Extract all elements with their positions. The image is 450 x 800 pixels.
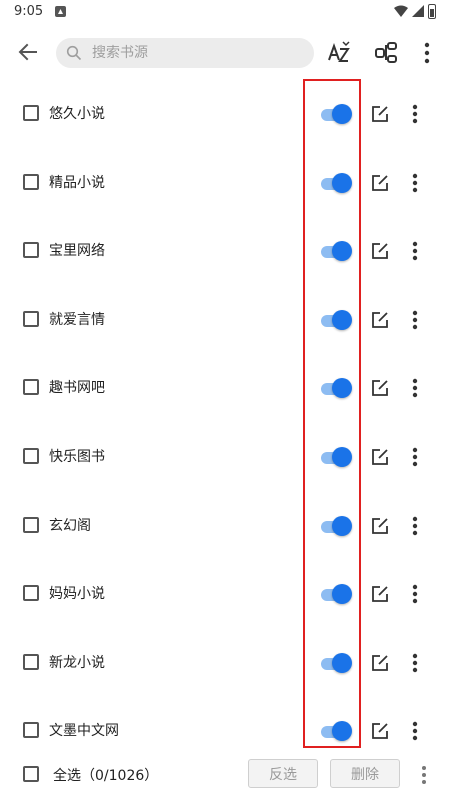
source-name: 趣书网吧 [49,380,105,397]
row-checkbox[interactable] [23,585,39,602]
more-vert-icon[interactable] [420,40,434,66]
source-name: 玄幻阁 [49,517,91,534]
select-all-label[interactable]: 全选（0/1026） [53,765,158,785]
list-item[interactable]: 妈妈小说 [0,560,450,629]
enable-switch[interactable] [319,308,353,332]
row-checkbox[interactable] [23,722,39,739]
status-time: 9:05 [14,4,44,19]
list-item[interactable]: 新龙小说 [0,629,450,698]
row-checkbox[interactable] [23,173,39,190]
row-checkbox[interactable] [23,653,39,670]
more-vert-icon[interactable] [408,172,422,194]
top-toolbar [0,24,450,80]
enable-switch[interactable] [319,651,353,675]
enable-switch[interactable] [319,445,353,469]
more-vert-icon[interactable] [408,240,422,262]
source-name: 宝里网络 [49,243,105,260]
invert-selection-button[interactable]: 反选 [248,759,318,788]
source-name: 快乐图书 [49,448,105,465]
more-vert-icon[interactable] [408,377,422,399]
edit-icon[interactable] [371,585,389,603]
edit-icon[interactable] [371,174,389,192]
edit-icon[interactable] [371,311,389,329]
list-item[interactable]: 就爱言情 [0,286,450,355]
edit-icon[interactable] [371,105,389,123]
source-list: 悠久小说 精品小说 宝里网络 就爱言情 趣书网吧 快乐图书 玄幻阁 妈妈小说 新… [0,80,450,766]
edit-icon[interactable] [371,242,389,260]
list-item[interactable]: 宝里网络 [0,217,450,286]
more-vert-icon[interactable] [408,103,422,125]
source-name: 悠久小说 [49,106,105,122]
row-checkbox[interactable] [23,242,39,259]
more-vert-icon[interactable] [408,652,422,674]
search-box[interactable] [56,38,314,68]
back-arrow-icon[interactable] [14,38,42,66]
row-checkbox[interactable] [23,105,39,121]
list-item[interactable]: 快乐图书 [0,423,450,492]
enable-switch[interactable] [319,171,353,195]
cell-signal-icon [412,5,424,17]
search-icon [66,45,82,61]
source-name: 就爱言情 [49,311,105,328]
more-vert-icon[interactable] [408,446,422,468]
edit-icon[interactable] [371,517,389,535]
enable-switch[interactable] [319,102,353,126]
notification-icon [55,6,66,17]
source-name: 文墨中文网 [49,723,119,740]
edit-icon[interactable] [371,654,389,672]
select-all-checkbox[interactable] [23,766,39,782]
source-name: 妈妈小说 [49,586,105,603]
bottom-action-bar: 全选（0/1026） 反选 删除 [0,752,450,800]
enable-switch[interactable] [319,376,353,400]
list-item[interactable]: 玄幻阁 [0,492,450,561]
group-icon[interactable] [374,40,400,66]
enable-switch[interactable] [319,719,353,743]
status-bar: 9:05 [0,0,450,24]
more-vert-icon[interactable] [419,765,429,785]
edit-icon[interactable] [371,448,389,466]
battery-icon [428,4,436,19]
more-vert-icon[interactable] [408,720,422,742]
more-vert-icon[interactable] [408,515,422,537]
search-input[interactable] [92,38,302,68]
list-item[interactable]: 悠久小说 [0,80,450,149]
row-checkbox[interactable] [23,447,39,464]
edit-icon[interactable] [371,379,389,397]
source-name: 精品小说 [49,174,105,191]
list-item[interactable]: 精品小说 [0,149,450,218]
list-item[interactable]: 趣书网吧 [0,354,450,423]
enable-switch[interactable] [319,514,353,538]
more-vert-icon[interactable] [408,583,422,605]
edit-icon[interactable] [371,722,389,740]
enable-switch[interactable] [319,582,353,606]
delete-button[interactable]: 删除 [330,759,400,788]
enable-switch[interactable] [319,239,353,263]
row-checkbox[interactable] [23,310,39,327]
sort-az-icon[interactable] [326,40,352,66]
source-name: 新龙小说 [49,654,105,671]
more-vert-icon[interactable] [408,309,422,331]
row-checkbox[interactable] [23,379,39,396]
wifi-icon [394,5,408,17]
row-checkbox[interactable] [23,516,39,533]
